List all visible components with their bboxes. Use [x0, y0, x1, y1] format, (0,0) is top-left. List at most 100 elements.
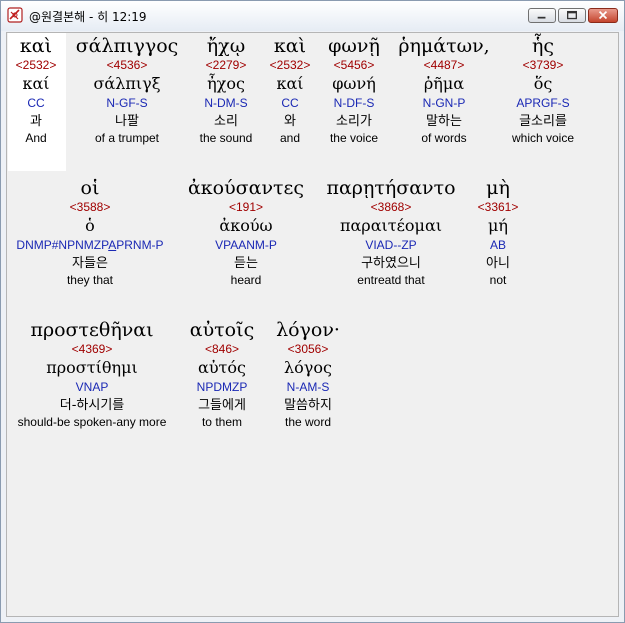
word-cell[interactable]: σάλπιγγος <4536> σάλπιγξ N-GF-S 나팔 of a …	[76, 35, 179, 146]
greek-word: ἀκούσαντες	[187, 177, 305, 199]
korean-gloss: 자들은	[72, 256, 108, 271]
english-gloss: of words	[421, 131, 467, 145]
greek-word: ῥημάτων,	[398, 35, 490, 57]
greek-word: οἱ	[80, 177, 100, 199]
greek-word: μὴ	[486, 177, 510, 199]
strong-number[interactable]: <5456>	[328, 57, 380, 73]
english-gloss: to them	[201, 415, 243, 429]
word-cell[interactable]: ἧς <3739> ὅς APRGF-S 글소리를 which voice	[512, 35, 574, 146]
morphology-code: N-GF-S	[106, 96, 148, 110]
korean-gloss: 말씀하지	[284, 398, 332, 413]
morphology-code: N-DF-S	[333, 96, 375, 110]
interlinear-app-icon	[7, 7, 23, 23]
korean-gloss: 글소리를	[519, 114, 567, 129]
word-cell[interactable]: φωνῇ <5456> φωνή N-DF-S 소리가 the voice	[328, 35, 380, 146]
morph-part: DNMP#NPNMZP	[16, 238, 109, 252]
window-title: @원결본해 - 히 12:19	[29, 10, 147, 24]
strong-number[interactable]: <3739>	[512, 57, 574, 73]
lemma: καί	[22, 74, 50, 93]
morphology-code: AB	[489, 238, 506, 252]
lemma: ὁ	[85, 216, 95, 235]
maximize-button[interactable]	[558, 8, 586, 23]
lemma: καί	[276, 74, 304, 93]
morphology-code: DNMP#NPNMZPAPRNM-P	[16, 237, 163, 254]
word-cell[interactable]: καὶ <2532> καί CC 와 and	[270, 35, 311, 146]
strong-number[interactable]: <4536>	[76, 57, 179, 73]
close-button[interactable]	[588, 8, 618, 23]
english-gloss: which voice	[511, 131, 575, 145]
word-cell[interactable]: ἀκούσαντες <191> ἀκούω VPAANM-P 듣는 heard	[188, 177, 304, 288]
word-cell[interactable]: προστεθῆναι <4369> προστίθημι VNAP 더-하시기…	[18, 319, 167, 430]
english-gloss: not	[489, 273, 507, 287]
morphology-code: N-AM-S	[286, 380, 330, 394]
korean-gloss: 소리가	[336, 114, 372, 129]
korean-gloss: 소리	[214, 114, 238, 129]
lemma: ὅς	[533, 74, 553, 93]
lemma: μή	[488, 216, 508, 235]
strong-number[interactable]: <2279>	[200, 57, 253, 73]
minimize-icon	[537, 16, 546, 19]
greek-word: καὶ	[273, 35, 307, 57]
morphology-code: APRGF-S	[516, 96, 570, 110]
morphology-code: VPAANM-P	[215, 238, 277, 252]
english-gloss: the word	[284, 415, 332, 429]
strong-number[interactable]: <2532>	[270, 57, 311, 73]
morphology-code: CC	[27, 96, 45, 110]
english-gloss: the voice	[329, 131, 379, 145]
close-icon	[598, 10, 608, 20]
interlinear-pane[interactable]: καὶ <2532> καί CC 과 And σάλπιγγος <4536>…	[6, 32, 619, 617]
minimize-button[interactable]	[528, 8, 556, 23]
morphology-code: N-GN-P	[422, 96, 466, 110]
lemma: αὐτός	[198, 358, 246, 377]
korean-gloss: 나팔	[115, 114, 139, 129]
title-bar[interactable]: @원결본해 - 히 12:19	[1, 1, 624, 31]
korean-gloss: 듣는	[234, 256, 258, 271]
lemma: προστίθημι	[46, 358, 138, 377]
morphology-code: N-DM-S	[204, 96, 248, 110]
greek-word: φωνῇ	[328, 35, 380, 57]
app-window: @원결본해 - 히 12:19 καὶ <2532> καί CC 과 And …	[0, 0, 625, 623]
strong-number[interactable]: <846>	[190, 341, 254, 357]
word-cell[interactable]: οἱ <3588> ὁ DNMP#NPNMZPAPRNM-P 자들은 they …	[16, 177, 163, 288]
english-gloss: entreatd that	[357, 273, 425, 287]
greek-word: αὐτοῖς	[189, 319, 255, 341]
lemma: ῥῆμα	[423, 74, 465, 93]
korean-gloss: 그들에게	[198, 398, 246, 413]
morph-part: PRNM-P	[116, 238, 164, 252]
maximize-icon	[567, 10, 577, 20]
morphology-code: VNAP	[75, 380, 109, 394]
greek-word: προστεθῆναι	[30, 319, 154, 341]
strong-number[interactable]: <4487>	[398, 57, 489, 73]
english-gloss: And	[25, 131, 47, 145]
greek-word: ἤχῳ	[206, 35, 246, 57]
word-cell[interactable]: αὐτοῖς <846> αὐτός NPDMZP 그들에게 to them	[190, 319, 254, 430]
word-cell[interactable]: λόγον· <3056> λόγος N-AM-S 말씀하지 the word	[276, 319, 340, 430]
morphology-code: CC	[281, 96, 299, 110]
word-cell[interactable]: ἤχῳ <2279> ἦχος N-DM-S 소리 the sound	[200, 35, 253, 146]
lemma: ἦχος	[207, 74, 245, 93]
korean-gloss: 말하는	[426, 114, 462, 129]
strong-number[interactable]: <3588>	[16, 199, 163, 215]
lemma: σάλπιγξ	[93, 74, 161, 93]
greek-word: ἧς	[531, 35, 555, 57]
strong-number[interactable]: <4369>	[18, 341, 167, 357]
greek-word: παρῃτήσαντο	[326, 177, 456, 199]
word-cell[interactable]: παρῃτήσαντο <3868> παραιτέομαι VIAD--ZP …	[326, 177, 455, 288]
morphology-code: NPDMZP	[196, 380, 248, 394]
lemma: παραιτέομαι	[339, 216, 443, 235]
lemma: λόγος	[284, 358, 332, 377]
morph-part-underlined: A	[108, 238, 117, 252]
strong-number[interactable]: <3361>	[478, 199, 519, 215]
strong-number[interactable]: <2532>	[16, 57, 57, 73]
word-cell[interactable]: καὶ <2532> καί CC 과 And	[16, 35, 57, 146]
strong-number[interactable]: <3868>	[326, 199, 455, 215]
word-cell[interactable]: μὴ <3361> μή AB 아니 not	[478, 177, 519, 288]
word-cell[interactable]: ῥημάτων, <4487> ῥῆμα N-GN-P 말하는 of words	[398, 35, 489, 146]
korean-gloss: 아니	[486, 256, 510, 271]
strong-number[interactable]: <191>	[188, 199, 304, 215]
lemma: ἀκούω	[219, 216, 273, 235]
korean-gloss: 더-하시기를	[59, 398, 125, 413]
strong-number[interactable]: <3056>	[276, 341, 340, 357]
english-gloss: they that	[66, 273, 114, 287]
greek-word: καὶ	[19, 35, 53, 57]
